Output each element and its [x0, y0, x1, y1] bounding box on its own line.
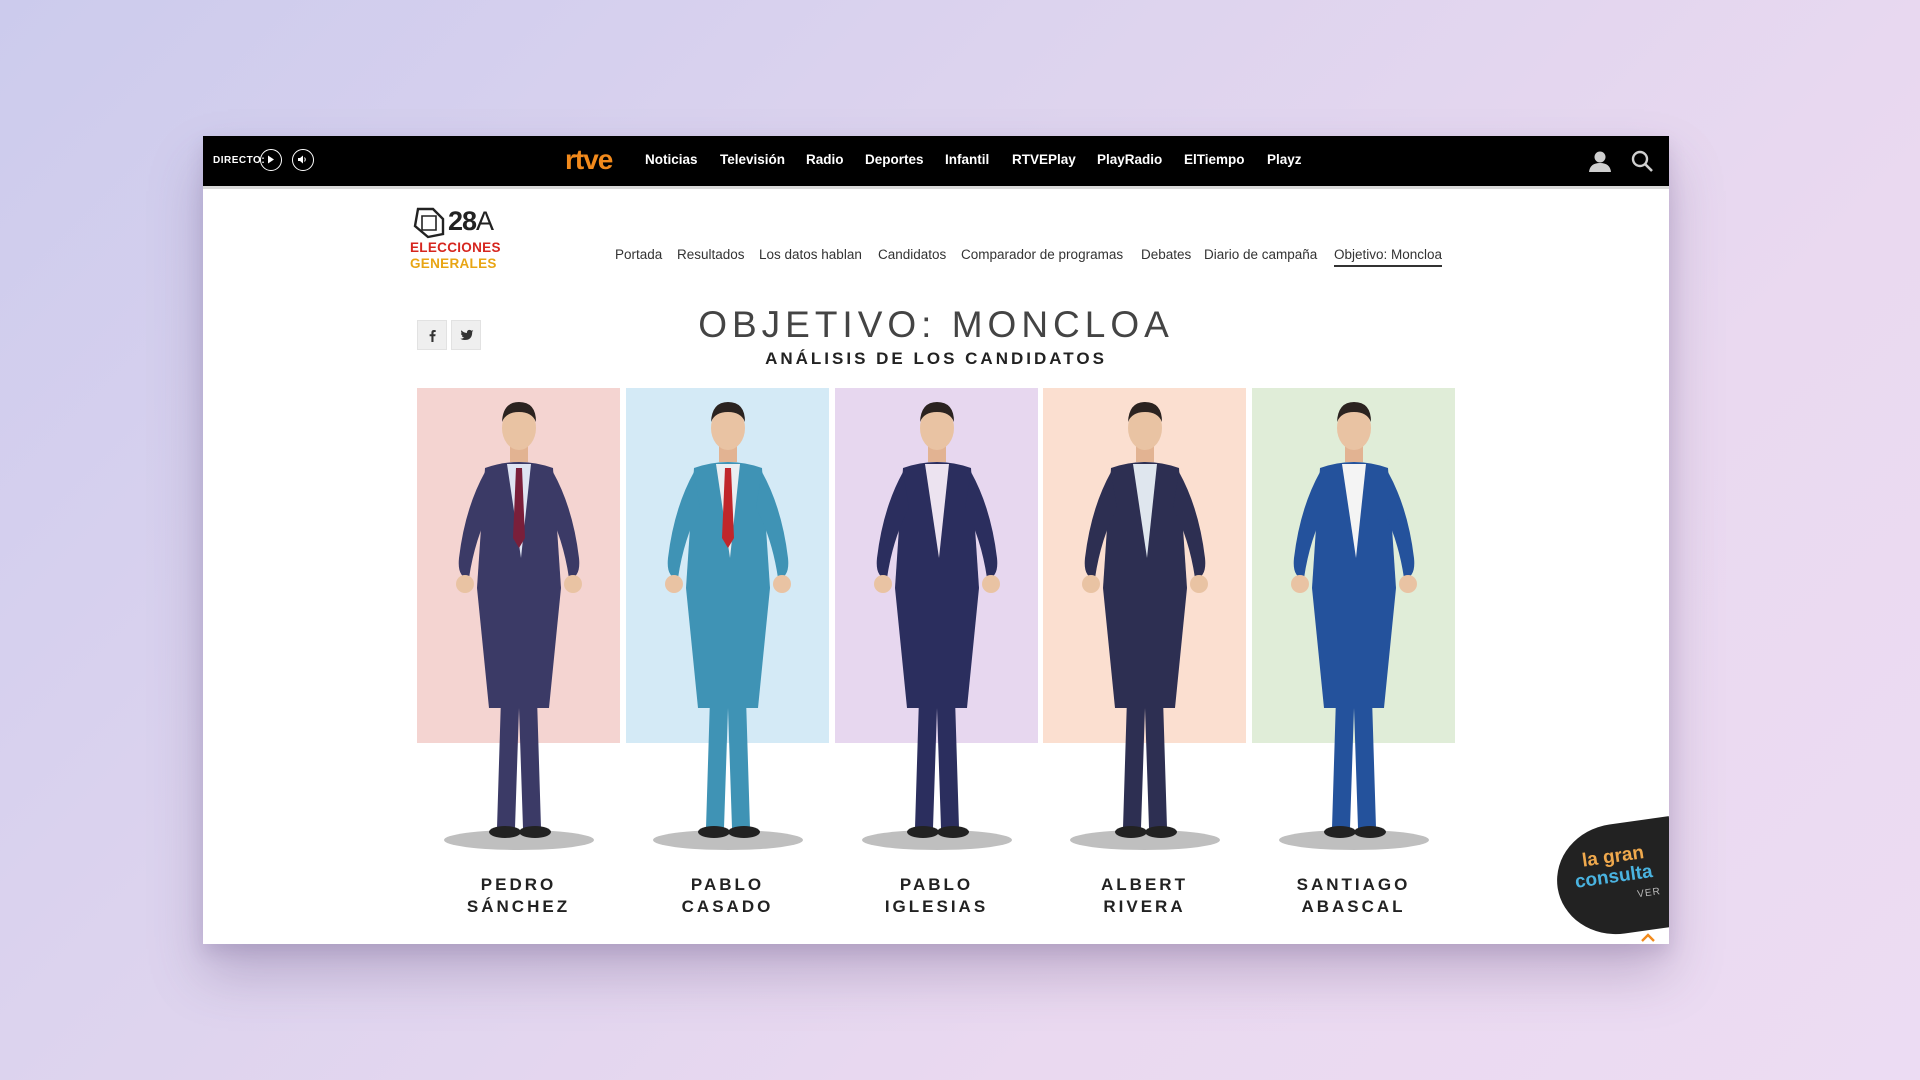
nav-noticias[interactable]: Noticias [645, 152, 698, 167]
rtve-logo[interactable]: rtve [565, 144, 613, 176]
search-icon[interactable] [1630, 149, 1654, 173]
candidate-first-name: SANTIAGO [1296, 875, 1411, 894]
candidate-name[interactable]: PABLO CASADO [626, 874, 829, 918]
page-subtitle: ANÁLISIS DE LOS CANDIDATOS [765, 349, 1107, 368]
subnav-los-datos-hablan[interactable]: Los datos hablan [759, 247, 862, 262]
subnav-diario[interactable]: Diario de campaña [1204, 247, 1317, 262]
play-button[interactable] [260, 149, 282, 171]
subnav-comparador[interactable]: Comparador de programas [961, 247, 1123, 262]
candidate-first-name: PEDRO [480, 875, 557, 894]
candidate-last-name: ABASCAL [1301, 897, 1406, 916]
user-icon[interactable] [1587, 149, 1613, 173]
candidate-first-name: PABLO [690, 875, 765, 894]
top-bar: DIRECTO: rtve Noticias Televisión Radio … [203, 136, 1669, 189]
candidate-last-name: CASADO [681, 897, 774, 916]
candidate-name[interactable]: PABLO IGLESIAS [835, 874, 1038, 918]
logo-28a: 28A [448, 206, 494, 236]
nav-television[interactable]: Televisión [720, 152, 785, 167]
page-title: OBJETIVO: MONCLOA [698, 304, 1174, 345]
ballot-box-icon [413, 207, 445, 239]
nav-rtveplay[interactable]: RTVEPlay [1012, 152, 1076, 167]
nav-playradio[interactable]: PlayRadio [1097, 152, 1162, 167]
subnav-debates[interactable]: Debates [1141, 247, 1191, 262]
audio-button[interactable] [292, 149, 314, 171]
candidate-first-name: ALBERT [1101, 875, 1188, 894]
candidate-illustration [444, 402, 594, 850]
nav-deportes[interactable]: Deportes [865, 152, 924, 167]
candidate-illustration [862, 402, 1012, 850]
browser-window: DIRECTO: rtve Noticias Televisión Radio … [203, 136, 1669, 944]
nav-playz[interactable]: Playz [1267, 152, 1302, 167]
candidate-illustration [653, 402, 803, 850]
nav-eltiempo[interactable]: ElTiempo [1184, 152, 1245, 167]
subnav-resultados[interactable]: Resultados [677, 247, 745, 262]
directo-label: DIRECTO: [213, 155, 266, 166]
la-gran-consulta-badge[interactable]: la gran consulta VER [1549, 816, 1669, 942]
candidate-last-name: IGLESIAS [884, 897, 989, 916]
logo-line-generales: GENERALES [410, 256, 497, 271]
candidate-name[interactable]: ALBERT RIVERA [1043, 874, 1246, 918]
logo-line-elecciones: ELECCIONES [410, 240, 501, 255]
subnav-portada[interactable]: Portada [615, 247, 662, 262]
speaker-icon [298, 155, 306, 164]
subnav-candidatos[interactable]: Candidatos [878, 247, 946, 262]
scroll-top-chevron-icon[interactable] [1639, 930, 1657, 944]
nav-infantil[interactable]: Infantil [945, 152, 989, 167]
candidate-illustration [1279, 402, 1429, 850]
candidate-name[interactable]: PEDRO SÁNCHEZ [417, 874, 620, 918]
badge-ver[interactable]: VER [1637, 886, 1662, 900]
candidate-illustration [1070, 402, 1220, 850]
candidate-name[interactable]: SANTIAGO ABASCAL [1252, 874, 1455, 918]
play-icon [268, 155, 274, 164]
candidate-first-name: PABLO [899, 875, 974, 894]
subnav-objetivo-moncloa[interactable]: Objetivo: Moncloa [1334, 247, 1443, 267]
candidate-last-name: SÁNCHEZ [466, 897, 571, 916]
nav-radio[interactable]: Radio [806, 152, 844, 167]
candidate-last-name: RIVERA [1103, 897, 1186, 916]
